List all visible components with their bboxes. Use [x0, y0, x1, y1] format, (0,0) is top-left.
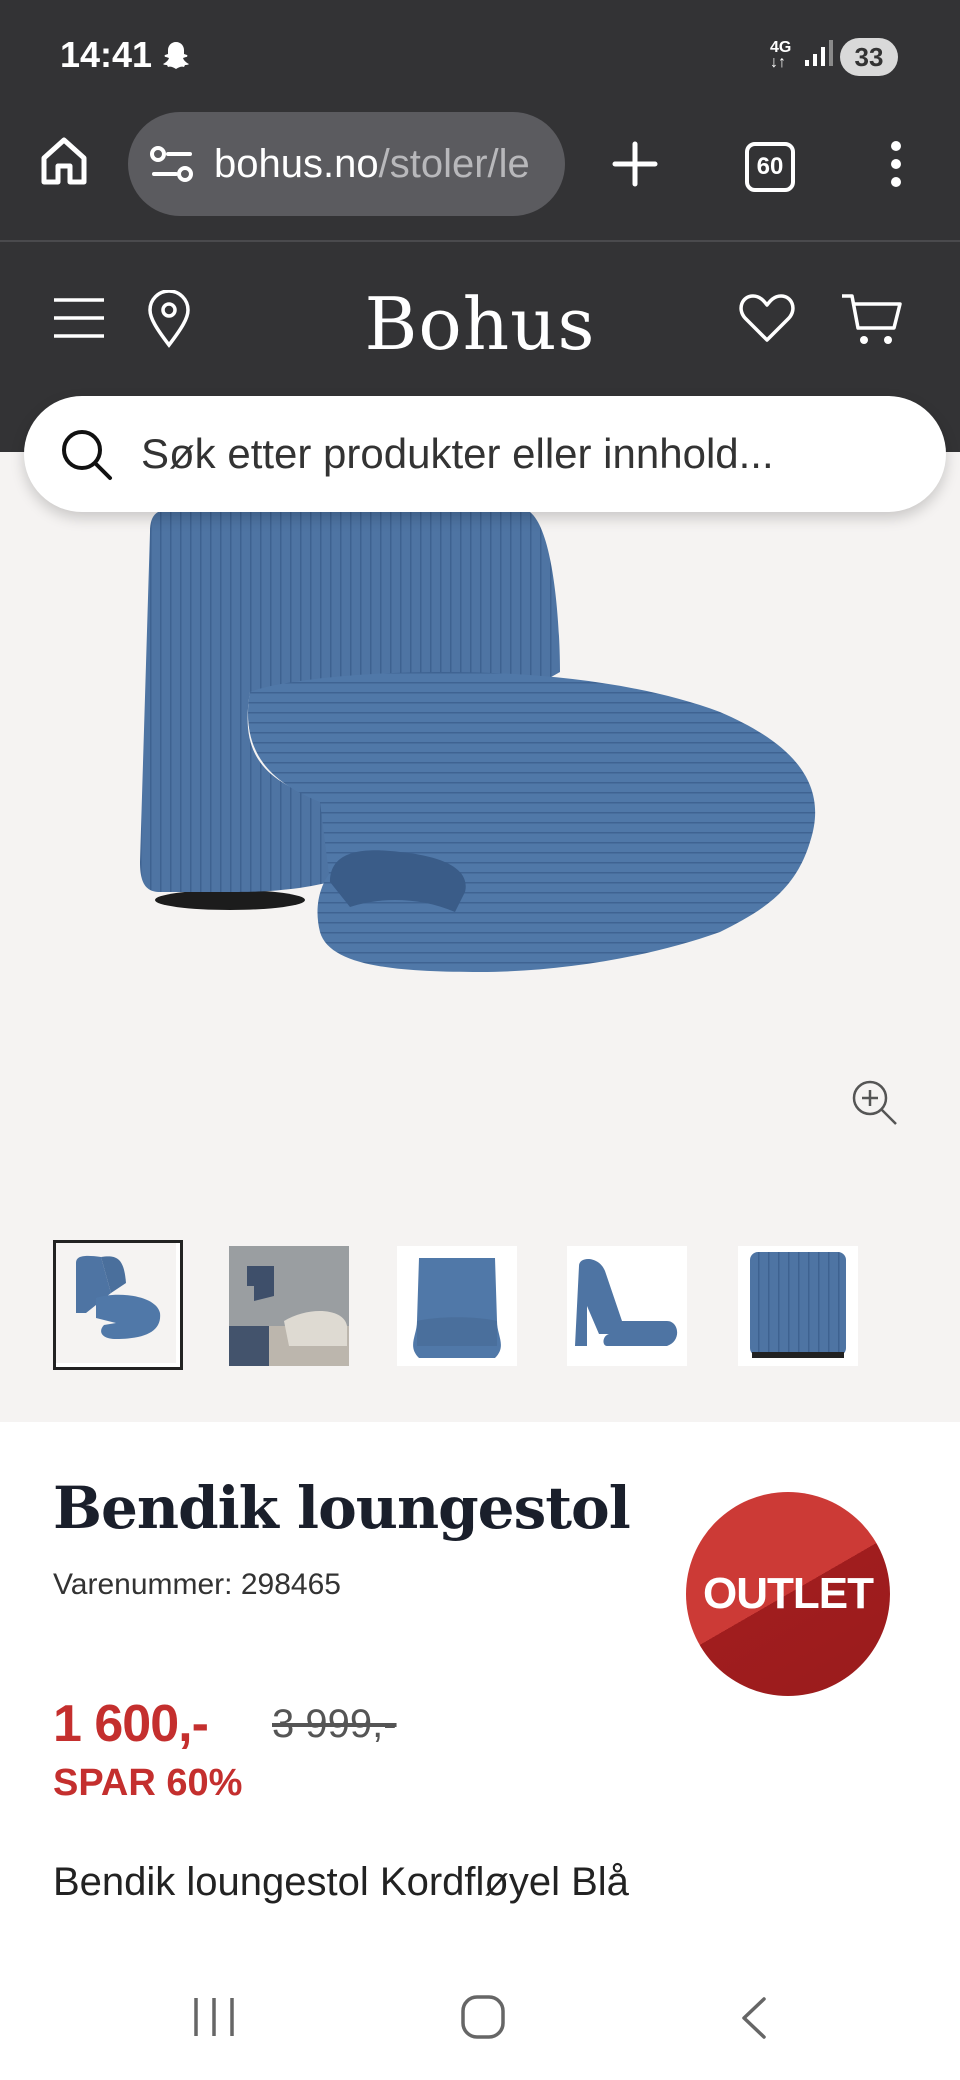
bohus-logo[interactable]: Bohus — [0, 282, 960, 366]
product-description: Bendik loungestol Kordfløyel Blå — [53, 1860, 629, 1904]
search-icon — [62, 430, 112, 480]
snapchat-icon — [163, 42, 189, 69]
thumbnail-4[interactable] — [567, 1246, 687, 1366]
product-sku: Varenummer: 298465 — [53, 1568, 341, 1601]
thumbnail-chair-image — [56, 1243, 176, 1363]
thumbnail-3[interactable] — [397, 1246, 517, 1366]
product-old-price: 3 999,- — [272, 1702, 397, 1746]
thumbnail-side-image — [567, 1246, 687, 1366]
product-price: 1 600,- — [53, 1695, 209, 1753]
zoom-icon[interactable] — [850, 1078, 898, 1126]
savings-label: SPAR 60% — [53, 1762, 243, 1804]
signal-icon — [805, 40, 833, 66]
home-nav-icon[interactable] — [460, 1994, 506, 2040]
search-placeholder: Søk etter produkter eller innhold... — [141, 430, 774, 477]
thumbnail-back-image — [738, 1246, 858, 1366]
url-path: /stoler/le — [378, 142, 530, 186]
more-menu-icon[interactable] — [886, 138, 906, 190]
url-bar[interactable]: bohus.no/stoler/le — [128, 112, 565, 216]
new-tab-icon[interactable] — [612, 141, 658, 187]
product-title: Bendik loungestol — [53, 1474, 631, 1542]
outlet-badge: OUTLET — [686, 1492, 890, 1696]
thumbnail-5[interactable] — [738, 1246, 858, 1366]
search-bar[interactable]: Søk etter produkter eller innhold... — [24, 396, 946, 512]
thumbnail-1[interactable] — [53, 1240, 183, 1370]
status-time: 14:41 — [60, 34, 153, 75]
wishlist-heart-icon[interactable] — [738, 292, 796, 344]
battery-indicator: 33 — [840, 38, 898, 76]
cart-icon[interactable] — [840, 290, 904, 348]
product-main-image[interactable] — [0, 452, 960, 1172]
url-text: bohus.no/stoler/le — [214, 142, 530, 187]
thumbnail-room-image — [229, 1246, 349, 1366]
site-settings-icon[interactable] — [150, 146, 194, 182]
recent-apps-icon[interactable] — [192, 1996, 236, 2038]
tabs-button[interactable]: 60 — [745, 142, 795, 192]
thumbnail-2[interactable] — [229, 1246, 349, 1366]
home-icon[interactable] — [40, 136, 88, 186]
url-host: bohus.no — [214, 142, 379, 186]
thumbnail-front-image — [397, 1246, 517, 1366]
network-indicator: 4G ↓↑ — [770, 39, 792, 71]
back-icon[interactable] — [738, 1996, 768, 2040]
